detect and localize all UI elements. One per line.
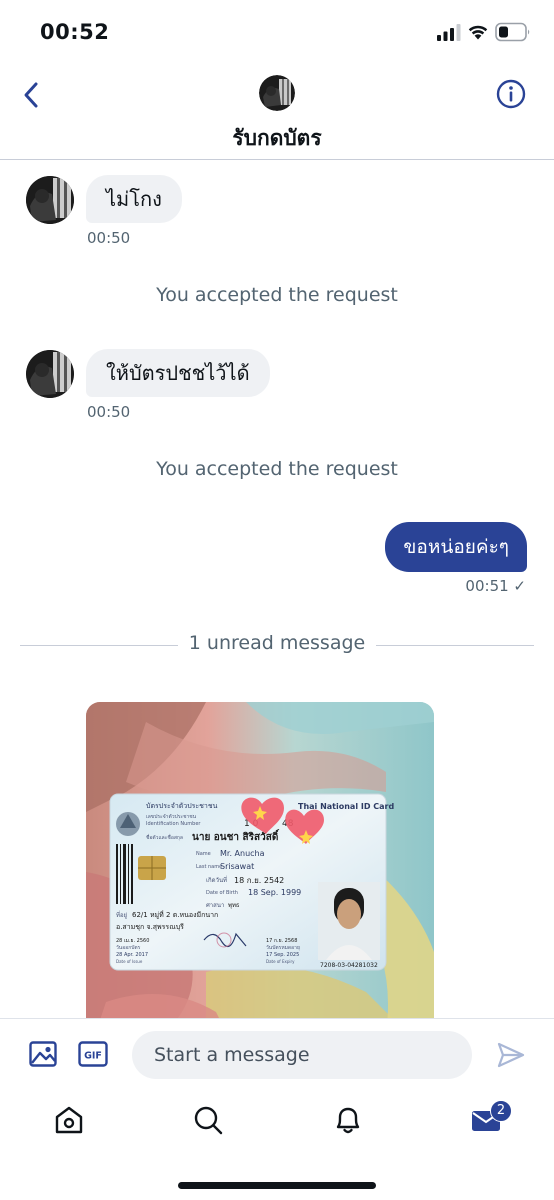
card-address-label: ที่อยู่ xyxy=(116,911,127,919)
header-avatar[interactable] xyxy=(259,75,295,111)
card-name-en: Mr. Anucha xyxy=(220,849,265,858)
gif-label: GIF xyxy=(84,1051,102,1062)
search-icon[interactable] xyxy=(192,1104,224,1136)
info-icon[interactable] xyxy=(496,79,526,109)
unread-label: 1 unread message xyxy=(20,632,534,654)
status-bar: 00:52 xyxy=(0,0,554,64)
message-input[interactable] xyxy=(132,1031,472,1079)
message-timestamp: 00:50 xyxy=(87,403,131,421)
card-expiry-label-th: วันบัตรหมดอายุ xyxy=(266,945,300,951)
gif-icon[interactable]: GIF xyxy=(78,1040,108,1068)
message-timestamp: 00:50 xyxy=(87,229,131,247)
card-issue-th: 28 เม.ย. 2560 xyxy=(116,938,149,944)
image-icon[interactable] xyxy=(28,1039,58,1069)
home-icon[interactable] xyxy=(53,1104,85,1136)
card-last-en: Srisawat xyxy=(220,862,254,871)
card-last-label-en: Last name xyxy=(196,864,222,870)
id-card-photo: บัตรประจำตัวประชาชน Thai National ID Car… xyxy=(86,702,434,1032)
card-address-line-1: 62/1 หมู่ที่ 2 ต.หนองมีกนาก xyxy=(132,910,218,919)
back-arrow-icon[interactable] xyxy=(18,79,46,111)
system-message: You accepted the request xyxy=(156,458,398,480)
card-expiry-th: 17 ก.ย. 2568 xyxy=(266,938,297,944)
card-address-line-2: อ.สามชุก จ.สุพรรณบุรี xyxy=(116,923,184,931)
battery-icon xyxy=(495,22,530,42)
conversation-title: รับกดบัตร xyxy=(232,126,322,150)
message-timestamp-read: 00:51 ✓ xyxy=(465,577,526,595)
card-serial: 7208-03-04281032 xyxy=(320,962,378,969)
sender-avatar[interactable] xyxy=(26,350,74,398)
card-expiry-en: 17 Sep. 2025 xyxy=(266,952,299,958)
notifications-bell-icon[interactable] xyxy=(332,1104,364,1136)
unread-divider: 1 unread message xyxy=(20,632,534,658)
card-title-th: บัตรประจำตัวประชาชน xyxy=(146,802,218,810)
home-indicator xyxy=(178,1182,376,1189)
photo-message[interactable]: บัตรประจำตัวประชาชน Thai National ID Car… xyxy=(86,702,434,1032)
card-id-label-en: Identification Number xyxy=(146,821,201,827)
card-religion: พุทธ xyxy=(228,902,240,909)
card-issue-label-en: Date of Issue xyxy=(116,959,143,964)
card-religion-label: ศาสนา xyxy=(206,902,224,909)
message-bubble-incoming[interactable]: ให้บัตรปชชไว้ได้ xyxy=(86,349,270,397)
card-title-en: Thai National ID Card xyxy=(298,802,394,811)
system-message: You accepted the request xyxy=(156,284,398,306)
card-id-label-th: เลขประจำตัวประชาชน xyxy=(146,814,197,820)
message-bubble-outgoing[interactable]: ขอหน่อยค่ะๆ xyxy=(385,522,527,572)
card-issue-label-th: วันออกบัตร xyxy=(116,945,141,951)
unread-label-text: 1 unread message xyxy=(178,632,376,654)
card-dob-label-en: Date of Birth xyxy=(206,890,238,896)
status-time: 00:52 xyxy=(40,20,110,44)
card-dob-label-th: เกิดวันที่ xyxy=(206,876,227,884)
cellular-signal-icon xyxy=(437,24,461,41)
card-dob-en: 18 Sep. 1999 xyxy=(248,888,301,897)
sender-avatar[interactable] xyxy=(26,176,74,224)
card-dob-th: 18 ก.ย. 2542 xyxy=(234,876,284,885)
message-bubble-incoming[interactable]: ไม่โกง xyxy=(86,175,182,223)
conversation-header: รับกดบัตร xyxy=(0,64,554,160)
send-icon[interactable] xyxy=(496,1040,526,1070)
card-issue-en: 28 Apr. 2017 xyxy=(116,952,148,958)
card-name-label: ชื่อตัวและชื่อสกุล xyxy=(146,834,183,841)
message-composer: GIF xyxy=(0,1018,554,1090)
wifi-icon xyxy=(468,25,488,40)
messages-unread-badge: 2 xyxy=(490,1100,512,1122)
card-name-label-en: Name xyxy=(196,851,211,857)
card-expiry-label-en: Date of Expiry xyxy=(266,959,295,964)
